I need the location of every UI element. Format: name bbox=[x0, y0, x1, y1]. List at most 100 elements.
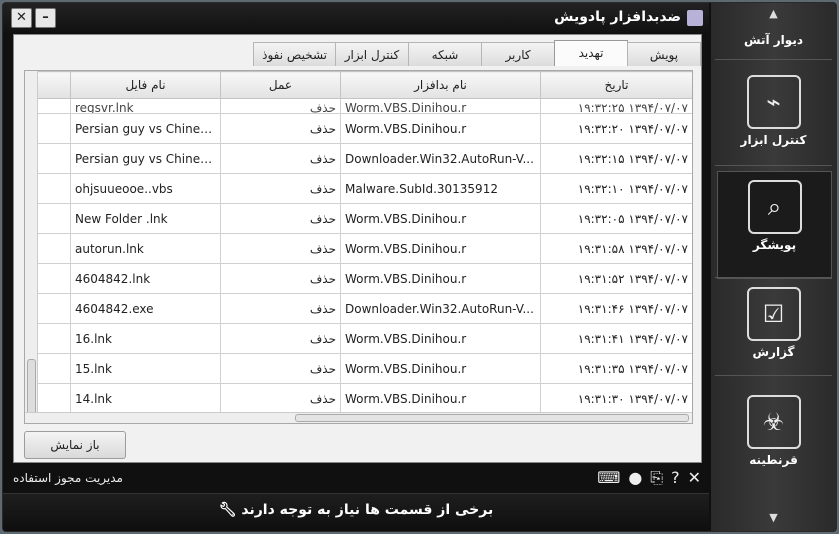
tools-icon[interactable]: ✕ bbox=[688, 468, 701, 488]
column-header-malware[interactable]: نام بدافزار bbox=[340, 71, 541, 99]
sidebar: ▲ دیوار آتش ⌁ کنترل ابزار ⌕ پویشگر ☑ گزا… bbox=[711, 3, 836, 531]
tab-scan[interactable]: پویش bbox=[627, 42, 701, 66]
action-cell: حذف bbox=[220, 323, 341, 354]
sidebar-item-firewall[interactable]: دیوار آتش bbox=[717, 33, 830, 47]
sidebar-item-label: گزارش bbox=[752, 345, 795, 359]
status-message[interactable]: برخی از قسمت ها نیاز به توجه دارند 🔧︎ bbox=[3, 502, 709, 518]
license-management-link[interactable]: مدیریت مجوز استفاده bbox=[13, 471, 123, 485]
action-cell: حذف bbox=[220, 233, 341, 264]
sidebar-item-scanner[interactable]: ⌕ پویشگر bbox=[717, 171, 832, 279]
sidebar-item-label: قرنطینه bbox=[749, 453, 798, 467]
action-cell: حذف bbox=[220, 113, 341, 144]
table-row[interactable]: 15.lnk حذف Worm.VBS.Dinihou.r ۱۳۹۴/۰۷/۰۷ ۱۹… bbox=[37, 353, 692, 384]
biohazard-icon: ☣ bbox=[746, 395, 801, 449]
file-name-cell: Persian guy vs Chines... bbox=[70, 113, 221, 144]
close-button[interactable]: ✕ bbox=[11, 8, 32, 28]
malware-name-cell: Worm.VBS.Dinihou.r bbox=[340, 98, 541, 114]
main-window: ✕ – ضدبدافزار پادویش ▲ دیوار آتش ⌁ کنترل… bbox=[2, 2, 837, 532]
user-icon[interactable]: ● bbox=[628, 468, 642, 488]
horizontal-scroll-thumb[interactable] bbox=[295, 414, 689, 422]
table-body: regsvr.lnk حذف Worm.VBS.Dinihou.r ۱۳۹۴/۰… bbox=[37, 98, 692, 414]
keyboard-icon[interactable]: ⌨ bbox=[597, 468, 620, 488]
date-cell: ۱۳۹۴/۰۷/۰۷ ۱۹:۳۱:۴۱ bbox=[540, 323, 692, 354]
malware-name-cell: Worm.VBS.Dinihou.r bbox=[340, 113, 541, 144]
date-cell: ۱۳۹۴/۰۷/۰۷ ۱۹:۳۱:۴۶ bbox=[540, 293, 692, 324]
sidebar-item-label: دیوار آتش bbox=[744, 33, 803, 47]
column-header-file[interactable]: نام فایل bbox=[70, 71, 221, 99]
action-cell: حذف bbox=[220, 263, 341, 294]
scanner-icon: ⌕ bbox=[747, 180, 802, 234]
row-header-cell bbox=[37, 293, 71, 324]
report-icon: ☑ bbox=[746, 287, 801, 341]
title-bar: ✕ – ضدبدافزار پادویش bbox=[3, 3, 709, 33]
threat-table: نام فایل عمل نام بدافزار تاریخ regsvr.ln… bbox=[24, 70, 693, 424]
window-title: ضدبدافزار پادویش bbox=[554, 9, 681, 25]
row-header-cell bbox=[37, 383, 71, 414]
tab-intrusion-detection[interactable]: تشخیص نفوذ bbox=[253, 42, 336, 66]
app-logo-icon bbox=[687, 10, 703, 26]
malware-name-cell: Malware.SubId.30135912 bbox=[340, 173, 541, 204]
column-header-action[interactable]: عمل bbox=[220, 71, 341, 99]
sidebar-divider bbox=[715, 59, 832, 60]
tab-threat[interactable]: تهدید bbox=[554, 40, 628, 66]
malware-name-cell: Worm.VBS.Dinihou.r bbox=[340, 323, 541, 354]
row-header-cell bbox=[37, 323, 71, 354]
file-name-cell: autorun.lnk bbox=[70, 233, 221, 264]
column-header-date[interactable]: تاریخ bbox=[540, 71, 692, 99]
row-header-cell bbox=[37, 203, 71, 234]
minimize-button[interactable]: – bbox=[35, 8, 56, 28]
file-name-cell: 4604842.exe bbox=[70, 293, 221, 324]
table-row[interactable]: 16.lnk حذف Worm.VBS.Dinihou.r ۱۳۹۴/۰۷/۰۷ ۱۹… bbox=[37, 323, 692, 354]
file-name-cell: Persian guy vs Chines... bbox=[70, 143, 221, 174]
file-name-cell: regsvr.lnk bbox=[70, 98, 221, 114]
sidebar-divider bbox=[715, 277, 832, 278]
date-cell: ۱۳۹۴/۰۷/۰۷ ۱۹:۳۲:۱۵ bbox=[540, 143, 692, 174]
action-cell: حذف bbox=[220, 353, 341, 384]
table-row[interactable]: 4604842.exe حذف Downloader.Win32.AutoRun-V… bbox=[37, 293, 692, 324]
date-cell: ۱۳۹۴/۰۷/۰۷ ۱۹:۳۲:۱۰ bbox=[540, 173, 692, 204]
file-name-cell: 4604842.lnk bbox=[70, 263, 221, 294]
sidebar-item-device-control[interactable]: ⌁ کنترل ابزار bbox=[717, 75, 830, 147]
malware-name-cell: Downloader.Win32.AutoRun-V... bbox=[340, 293, 541, 324]
row-header-column bbox=[37, 71, 71, 99]
malware-name-cell: Worm.VBS.Dinihou.r bbox=[340, 203, 541, 234]
malware-name-cell: Worm.VBS.Dinihou.r bbox=[340, 353, 541, 384]
status-text: برخی از قسمت ها نیاز به توجه دارند bbox=[241, 502, 494, 518]
row-header-cell bbox=[37, 143, 71, 174]
malware-name-cell: Worm.VBS.Dinihou.r bbox=[340, 263, 541, 294]
file-name-cell: 15.lnk bbox=[70, 353, 221, 384]
restore-button[interactable]: باز نمایش bbox=[24, 431, 126, 459]
action-cell: حذف bbox=[220, 293, 341, 324]
sidebar-up-arrow-icon[interactable]: ▲ bbox=[711, 7, 836, 20]
sidebar-down-arrow-icon[interactable]: ▼ bbox=[711, 511, 836, 524]
translate-icon[interactable]: ⎘ bbox=[650, 468, 663, 488]
table-row[interactable]: New Folder .lnk حذف Worm.VBS.Dinihou.r ۱۳۹۴… bbox=[37, 203, 692, 234]
row-header-cell bbox=[37, 98, 71, 114]
usb-icon: ⌁ bbox=[746, 75, 801, 129]
table-row[interactable]: 14.lnk حذف Worm.VBS.Dinihou.r ۱۳۹۴/۰۷/۰۷ ۱۹… bbox=[37, 383, 692, 414]
tab-bar: پویش تهدید کاربر شبکه کنترل ابزار تشخیص … bbox=[253, 40, 701, 66]
table-row[interactable]: autorun.lnk حذف Worm.VBS.Dinihou.r ۱۳۹۴/۰۷/… bbox=[37, 233, 692, 264]
date-cell: ۱۳۹۴/۰۷/۰۷ ۱۹:۳۱:۳۵ bbox=[540, 353, 692, 384]
table-row[interactable]: Persian guy vs Chines... حذف Downloader.Wi… bbox=[37, 143, 692, 174]
row-header-cell bbox=[37, 263, 71, 294]
date-cell: ۱۳۹۴/۰۷/۰۷ ۱۹:۳۲:۲۵ bbox=[540, 98, 692, 114]
tab-network[interactable]: شبکه bbox=[408, 42, 482, 66]
row-header-cell bbox=[37, 353, 71, 384]
action-cell: حذف bbox=[220, 203, 341, 234]
sidebar-item-quarantine[interactable]: ☣ قرنطینه bbox=[717, 395, 830, 467]
horizontal-scrollbar[interactable] bbox=[25, 412, 692, 423]
help-icon[interactable]: ? bbox=[671, 468, 680, 488]
file-name-cell: ohjsuueooe..vbs bbox=[70, 173, 221, 204]
table-row[interactable]: Persian guy vs Chines... حذف Worm.VBS.Dini… bbox=[37, 113, 692, 144]
malware-name-cell: Downloader.Win32.AutoRun-V... bbox=[340, 143, 541, 174]
sidebar-item-report[interactable]: ☑ گزارش bbox=[717, 287, 830, 359]
table-row[interactable]: 4604842.lnk حذف Worm.VBS.Dinihou.r ۱۳۹۴/۰۷/… bbox=[37, 263, 692, 294]
vertical-scrollbar[interactable] bbox=[25, 71, 38, 423]
tab-user[interactable]: کاربر bbox=[481, 42, 555, 66]
table-row[interactable]: ohjsuueooe..vbs حذف Malware.SubId.30135912… bbox=[37, 173, 692, 204]
table-row[interactable]: regsvr.lnk حذف Worm.VBS.Dinihou.r ۱۳۹۴/۰… bbox=[37, 98, 692, 114]
row-header-cell bbox=[37, 113, 71, 144]
wrench-icon: 🔧︎ bbox=[218, 502, 237, 518]
tab-device-control[interactable]: کنترل ابزار bbox=[335, 42, 409, 66]
